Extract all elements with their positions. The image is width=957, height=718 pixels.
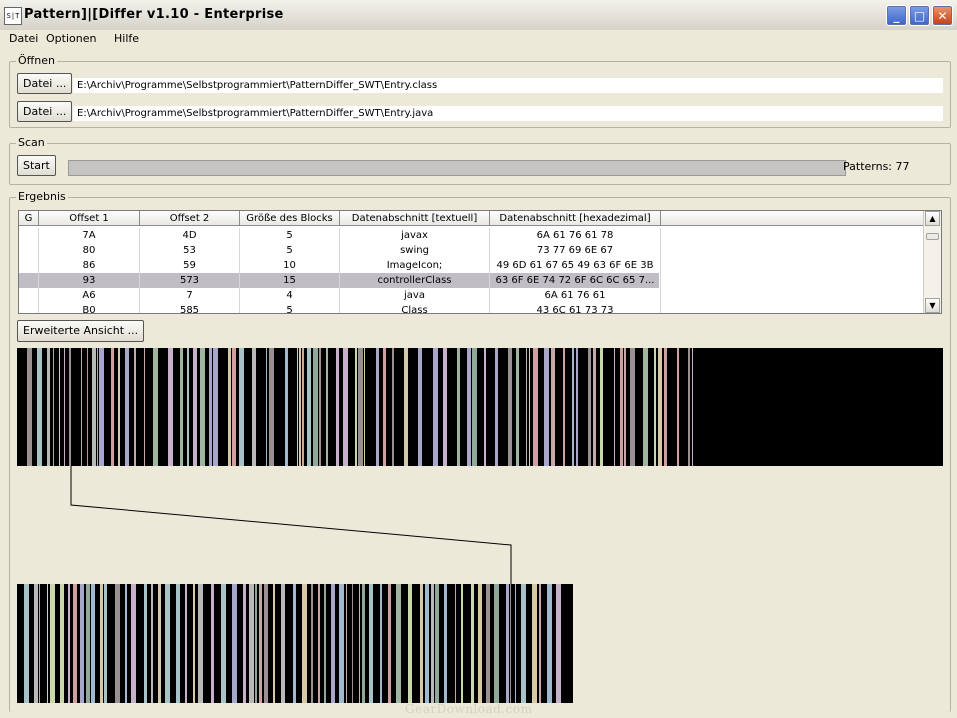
pattern-bar: [539, 584, 541, 703]
pattern-bar: [131, 584, 136, 703]
pattern-bar: [318, 584, 320, 703]
pattern-bar: [521, 584, 526, 703]
pattern-bar: [60, 584, 64, 703]
pattern-bar: [478, 584, 482, 703]
pattern-bar: [532, 584, 537, 703]
pattern-bar: [396, 584, 401, 703]
pattern-bar: [151, 584, 153, 703]
pattern-bar: [211, 584, 214, 703]
pattern-bar: [359, 584, 360, 703]
pattern-bar: [281, 584, 285, 703]
pattern-bar: [73, 584, 77, 703]
pattern-bar: [486, 584, 490, 703]
pattern-bar: [471, 584, 474, 703]
pattern-bar: [431, 584, 434, 703]
pattern-bar: [221, 584, 226, 703]
pattern-bar: [255, 584, 257, 703]
pattern-bar: [80, 584, 84, 703]
pattern-bar: [158, 584, 161, 703]
pattern-bar: [198, 584, 203, 703]
pattern-bar: [185, 584, 187, 703]
pattern-bar: [324, 584, 326, 703]
pattern-bar: [506, 584, 509, 703]
pattern-bar: [311, 584, 313, 703]
pattern-zoom-strip[interactable]: [17, 584, 573, 703]
pattern-bar: [47, 584, 48, 703]
pattern-bar: [408, 584, 412, 703]
pattern-bar: [176, 584, 180, 703]
pattern-bar: [362, 584, 365, 703]
pattern-bar: [165, 584, 170, 703]
pattern-bar: [331, 584, 335, 703]
watermark: GearDownload.com: [405, 702, 533, 716]
pattern-bar: [100, 584, 103, 703]
pattern-bar: [144, 584, 147, 703]
pattern-bar: [455, 584, 456, 703]
pattern-bar: [104, 584, 107, 703]
pattern-bar: [24, 584, 29, 703]
pattern-bar: [346, 584, 347, 703]
pattern-bar: [259, 584, 262, 703]
pattern-bar: [39, 584, 40, 703]
pattern-bar: [435, 584, 439, 703]
pattern-bar: [388, 584, 391, 703]
pattern-bar: [91, 584, 95, 703]
pattern-bar: [352, 584, 353, 703]
pattern-bar: [293, 584, 296, 703]
pattern-bar: [249, 584, 254, 703]
pattern-bar: [273, 584, 275, 703]
pattern-bar: [68, 584, 70, 703]
pattern-bar: [302, 584, 307, 703]
pattern-bar: [369, 584, 373, 703]
pattern-bar: [232, 584, 237, 703]
pattern-bar: [115, 584, 120, 703]
pattern-bar: [425, 584, 429, 703]
pattern-bar: [193, 584, 195, 703]
pattern-bar: [264, 584, 268, 703]
pattern-bar: [86, 584, 90, 703]
pattern-bar: [34, 584, 38, 703]
pattern-bar: [515, 584, 516, 703]
pattern-bar: [420, 584, 423, 703]
pattern-bar: [50, 584, 55, 703]
pattern-bar: [380, 584, 382, 703]
pattern-bar: [125, 584, 127, 703]
pattern-bar: [510, 584, 511, 703]
pattern-bar: [243, 584, 246, 703]
pattern-bar: [556, 584, 561, 703]
pattern-bar: [547, 584, 552, 703]
pattern-bar: [494, 584, 499, 703]
pattern-bar: [461, 584, 463, 703]
pattern-bar: [339, 584, 344, 703]
pattern-bar: [444, 584, 447, 703]
